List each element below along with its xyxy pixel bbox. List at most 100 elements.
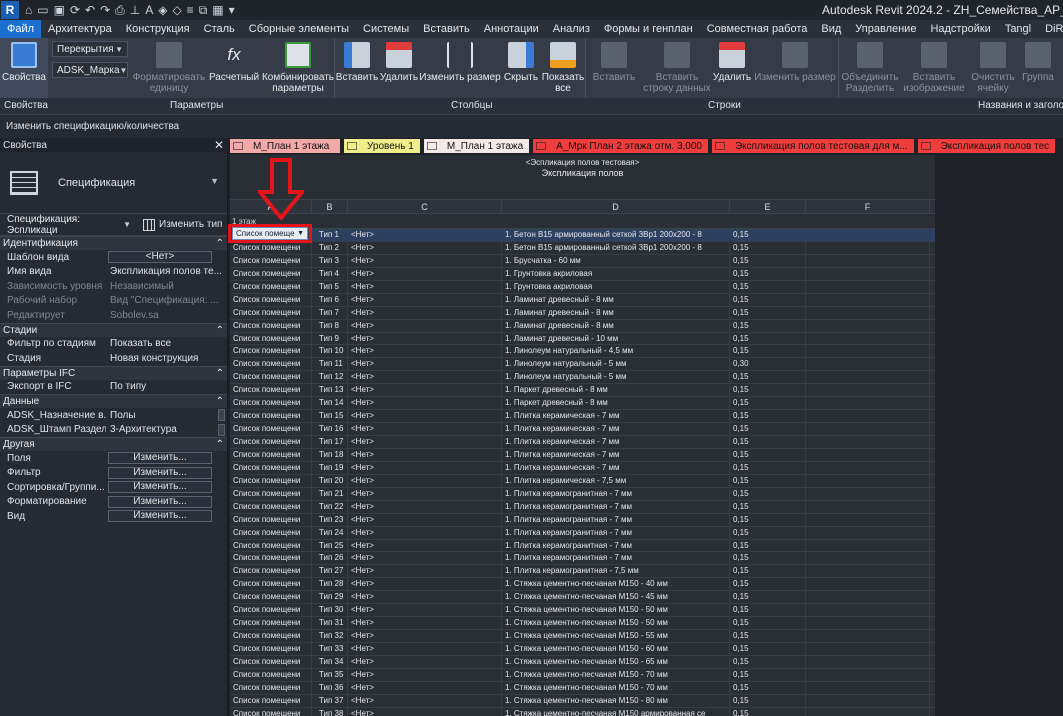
table-cell[interactable]: 1. Стяжка цементно-песчаная М150 - 55 мм: [502, 630, 730, 642]
table-cell[interactable]: 0,15: [730, 332, 806, 345]
table-cell[interactable]: 0,15: [730, 630, 806, 642]
table-cell[interactable]: Тип 9: [312, 332, 348, 345]
property-edit-button[interactable]: Изменить...: [108, 481, 212, 494]
table-cell[interactable]: 0,15: [730, 397, 806, 410]
table-cell[interactable]: Тип 15: [312, 410, 348, 423]
table-row[interactable]: Список помещени Тип 7 <Нет> 1. Ламинат древ…: [230, 306, 935, 320]
table-cell[interactable]: 0,15: [730, 643, 806, 655]
table-cell[interactable]: <Нет>: [348, 461, 502, 474]
table-cell[interactable]: Тип 33: [312, 643, 348, 655]
delete-column-button[interactable]: Удалить: [379, 38, 419, 98]
table-cell[interactable]: <Нет>: [348, 617, 502, 630]
table-cell[interactable]: [806, 280, 930, 293]
edit-type-button[interactable]: Изменить тип: [143, 218, 222, 231]
table-cell[interactable]: Список помещени: [230, 578, 312, 591]
table-cell[interactable]: [806, 591, 930, 604]
table-cell[interactable]: <Нет>: [348, 229, 502, 241]
sync-icon[interactable]: ⟳: [70, 3, 80, 17]
show-all-button[interactable]: Показать все: [541, 38, 585, 98]
table-cell[interactable]: Тип 35: [312, 668, 348, 681]
table-cell[interactable]: [806, 655, 930, 668]
table-cell[interactable]: [806, 461, 930, 474]
table-cell[interactable]: 1. Стяжка цементно-песчаная М150 - 50 мм: [502, 604, 730, 617]
table-cell[interactable]: Тип 5: [312, 280, 348, 293]
table-cell[interactable]: 0,15: [730, 423, 806, 435]
property-edit-button[interactable]: Изменить...: [108, 466, 212, 479]
table-row[interactable]: Список помещени Тип 16 <Нет> 1. Плитка кера…: [230, 423, 935, 436]
table-cell[interactable]: 0,15: [730, 604, 806, 617]
table-cell[interactable]: <Нет>: [348, 293, 502, 306]
table-cell[interactable]: 1. Стяжка цементно-песчаная М150 - 50 мм: [502, 617, 730, 630]
table-cell[interactable]: Тип 31: [312, 617, 348, 630]
table-cell[interactable]: Список помещени: [230, 397, 312, 410]
table-cell[interactable]: 1. Плитка керамическая - 7 мм: [502, 410, 730, 423]
table-cell[interactable]: [806, 410, 930, 423]
table-row[interactable]: Список помещени Тип 24 <Нет> 1. Плитка кера…: [230, 526, 935, 540]
table-cell[interactable]: 0,15: [730, 384, 806, 397]
table-row[interactable]: Список помещени Тип 38 <Нет> 1. Стяжка цеме…: [230, 707, 935, 716]
table-cell[interactable]: 1. Ламинат древесный - 8 мм: [502, 306, 730, 319]
section-icon[interactable]: ◇: [172, 3, 181, 17]
table-row[interactable]: Список помещени Тип 23 <Нет> 1. Плитка кера…: [230, 513, 935, 527]
tab-9[interactable]: Формы и генплан: [597, 20, 700, 38]
table-cell[interactable]: 1. Плитка керамогранитная - 7 мм: [502, 500, 730, 513]
property-value[interactable]: Новая конструкция: [106, 353, 227, 364]
table-row[interactable]: Список помещени Тип 17 <Нет> 1. Плитка кера…: [230, 436, 935, 449]
table-cell[interactable]: [806, 306, 930, 319]
table-cell[interactable]: Список помещени: [230, 694, 312, 707]
table-cell[interactable]: Список помещени: [230, 436, 312, 448]
table-cell[interactable]: Тип 13: [312, 384, 348, 397]
table-cell[interactable]: [806, 500, 930, 513]
table-cell[interactable]: Тип 20: [312, 474, 348, 487]
table-cell[interactable]: Тип 29: [312, 591, 348, 604]
table-cell[interactable]: <Нет>: [348, 526, 502, 539]
table-cell[interactable]: 0,15: [730, 500, 806, 513]
property-value[interactable]: 3-Архитектура: [106, 424, 218, 435]
property-group-header[interactable]: Другая ⌃: [0, 437, 227, 451]
table-row[interactable]: Список помещени Тип 6 <Нет> 1. Ламинат древ…: [230, 293, 935, 307]
table-cell[interactable]: [806, 229, 930, 241]
view-tab-3[interactable]: А_Мрк План 2 этажа отм. 3,000: [533, 139, 708, 153]
table-cell[interactable]: [806, 681, 930, 694]
table-cell[interactable]: <Нет>: [348, 448, 502, 461]
collapse-icon[interactable]: ⌃: [216, 325, 224, 336]
table-cell[interactable]: Список помещени: [230, 643, 312, 655]
table-cell[interactable]: <Нет>: [348, 578, 502, 591]
table-row[interactable]: Список помещени Тип 35 <Нет> 1. Стяжка цеме…: [230, 668, 935, 682]
table-cell[interactable]: 1. Бетон В15 армированный сеткой 3Вр1 20…: [502, 241, 730, 254]
table-cell[interactable]: Тип 18: [312, 448, 348, 461]
table-cell[interactable]: 0,15: [730, 306, 806, 319]
property-value[interactable]: Полы: [106, 410, 218, 421]
table-cell[interactable]: Тип 28: [312, 578, 348, 591]
table-cell[interactable]: <Нет>: [348, 267, 502, 280]
table-cell[interactable]: Тип 21: [312, 487, 348, 500]
collapse-icon[interactable]: ⌃: [216, 439, 224, 450]
table-cell[interactable]: Тип 16: [312, 423, 348, 435]
table-cell[interactable]: [806, 707, 930, 716]
table-cell[interactable]: [806, 474, 930, 487]
table-cell[interactable]: [806, 397, 930, 410]
table-row[interactable]: Список помещени Тип 2 <Нет> 1. Бетон В15 ар…: [230, 241, 935, 255]
table-row[interactable]: Список помещени Тип 14 <Нет> 1. Паркет древ…: [230, 397, 935, 411]
table-cell[interactable]: 1. Стяжка цементно-песчаная М150 - 65 мм: [502, 655, 730, 668]
table-cell[interactable]: 1. Плитка керамическая - 7,5 мм: [502, 474, 730, 487]
property-group-header[interactable]: Параметры IFC ⌃: [0, 365, 227, 380]
table-cell[interactable]: 1. Плитка керамогранитная - 7 мм: [502, 526, 730, 539]
table-cell[interactable]: Список помещени: [230, 474, 312, 487]
view-tab-0[interactable]: М_План 1 этажа: [230, 139, 340, 153]
column-header-D[interactable]: D: [502, 200, 730, 213]
table-cell[interactable]: <Нет>: [348, 539, 502, 552]
tab-1[interactable]: Архитектура: [41, 20, 119, 38]
table-cell[interactable]: [806, 423, 930, 435]
table-cell[interactable]: 0,15: [730, 526, 806, 539]
table-cell[interactable]: 1. Плитка керамогранитная - 7 мм: [502, 513, 730, 526]
table-cell[interactable]: Список помещени: [230, 267, 312, 280]
table-cell[interactable]: <Нет>: [348, 630, 502, 642]
property-edit-button[interactable]: <Нет>: [108, 251, 212, 264]
table-row[interactable]: Список помещени Тип 15 <Нет> 1. Плитка кера…: [230, 410, 935, 424]
table-cell[interactable]: Список помещени: [230, 461, 312, 474]
table-cell[interactable]: Список помещени: [230, 655, 312, 668]
table-cell[interactable]: Список помещени: [230, 358, 312, 371]
table-cell[interactable]: [806, 668, 930, 681]
table-cell[interactable]: 0,15: [730, 280, 806, 293]
